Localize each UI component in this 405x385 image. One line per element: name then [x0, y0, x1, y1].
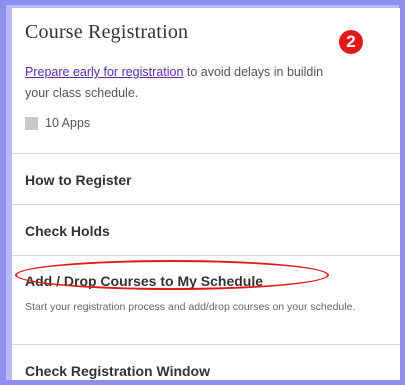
list-item-label: How to Register	[25, 172, 132, 188]
list-item-check-holds[interactable]: Check Holds	[12, 204, 400, 255]
course-registration-panel: Course Registration 2 Prepare early for …	[12, 8, 400, 380]
list-item-check-registration-window[interactable]: Check Registration Window	[12, 344, 400, 380]
list-item-label: Check Holds	[25, 223, 110, 239]
prepare-early-link[interactable]: Prepare early for registration	[25, 65, 183, 79]
highlight-circle-annotation	[15, 260, 329, 290]
apps-toggle[interactable]: 10 Apps	[25, 116, 90, 130]
panel-header: Course Registration 2 Prepare early for …	[12, 8, 400, 153]
collapse-icon	[25, 116, 38, 130]
step-number-badge: 2	[339, 30, 363, 54]
list-item-description: Start your registration process and add/…	[25, 301, 356, 313]
description-text: to avoid delays in buildin	[183, 65, 324, 79]
list-item-label: Check Registration Window	[25, 363, 211, 379]
page-title: Course Registration	[25, 21, 189, 43]
panel-description: Prepare early for registration to avoid …	[25, 62, 400, 104]
apps-count: 10 Apps	[45, 116, 91, 130]
description-text-line2: your class schedule.	[25, 86, 139, 100]
list-item-how-to-register[interactable]: How to Register	[12, 153, 400, 204]
